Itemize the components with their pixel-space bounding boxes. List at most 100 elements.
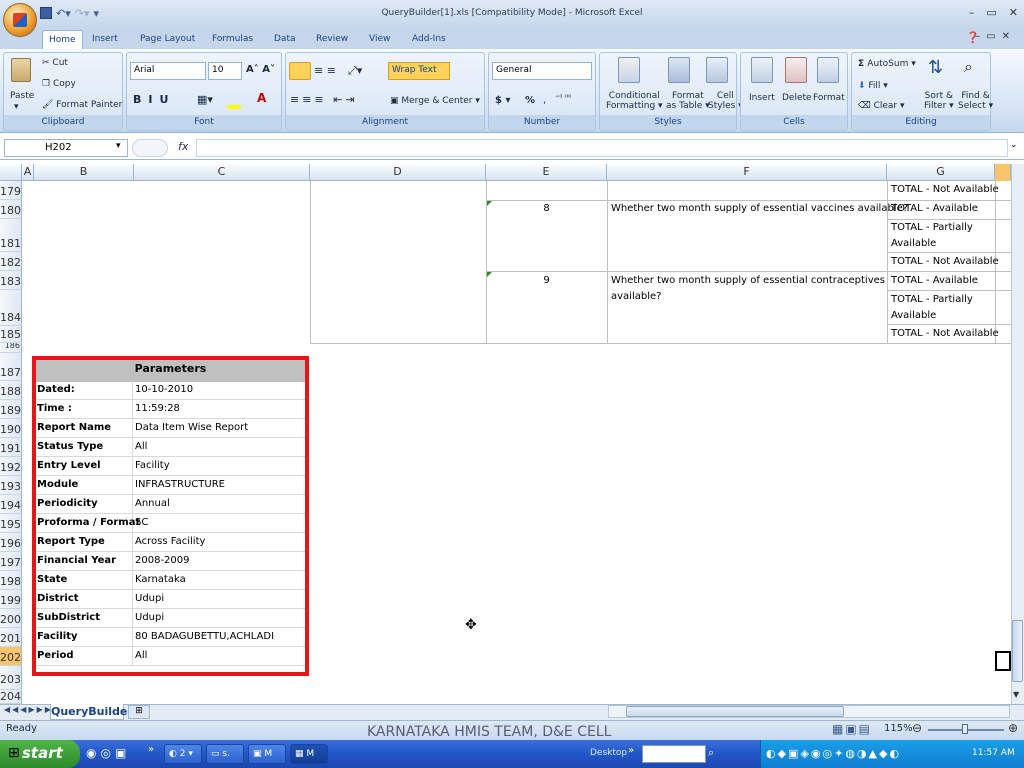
column-header-d[interactable]: D: [310, 164, 486, 181]
row-header-193[interactable]: 193: [0, 476, 22, 495]
row-header-182[interactable]: 182: [0, 252, 22, 271]
param-value[interactable]: Across Facility: [133, 533, 305, 552]
fill-button[interactable]: ⬇ Fill ▾: [858, 81, 888, 91]
cell-f180[interactable]: Whether two month supply of essential va…: [608, 202, 911, 215]
conditional-formatting-button[interactable]: Conditional Formatting ▾: [606, 91, 663, 111]
column-header-c[interactable]: C: [134, 164, 310, 181]
fill-color-icon[interactable]: [227, 105, 241, 109]
column-header-h[interactable]: [995, 164, 1011, 181]
cell-styles-button[interactable]: Cell Styles ▾: [708, 91, 743, 111]
taskbar-item-folder[interactable]: ▭ s.: [206, 744, 244, 764]
param-value[interactable]: 11:59:28: [133, 400, 305, 419]
scroll-down-icon[interactable]: ▼: [1013, 690, 1019, 699]
cell-g184-line1[interactable]: TOTAL - Partially: [888, 293, 976, 306]
font-name-select[interactable]: Arial: [130, 62, 206, 80]
row-header-181[interactable]: 181: [0, 219, 22, 252]
row-header-195[interactable]: 195: [0, 514, 22, 533]
cell-e180[interactable]: 8: [487, 202, 606, 215]
row-header-197[interactable]: 197: [0, 552, 22, 571]
row-header-184[interactable]: 184: [0, 290, 22, 326]
row-header-204[interactable]: 204: [0, 690, 22, 704]
name-box-dropdown-icon[interactable]: ▾: [116, 141, 121, 151]
row-header-196[interactable]: 196: [0, 533, 22, 552]
formula-input[interactable]: [196, 139, 1008, 157]
paste-button[interactable]: Paste: [10, 91, 34, 101]
row-header-186[interactable]: 186: [0, 343, 22, 353]
param-value[interactable]: Annual: [133, 495, 305, 514]
search-icon[interactable]: ⌕: [708, 746, 714, 760]
font-color-icon[interactable]: A: [257, 91, 266, 105]
format-as-table-button[interactable]: Format as Table ▾: [666, 91, 710, 111]
font-size-select[interactable]: 10: [208, 62, 242, 80]
column-header-b[interactable]: B: [34, 164, 134, 181]
tab-add-ins[interactable]: Add-Ins: [406, 30, 452, 50]
param-value[interactable]: 80 BADAGUBETTU,ACHLADI: [133, 628, 305, 647]
desktop-more-icon[interactable]: »: [628, 745, 634, 756]
sheet-nav-arrows-icon[interactable]: ◀◀◀▶▶▶: [4, 705, 53, 714]
insert-sheet-icon[interactable]: ⊞: [128, 705, 150, 719]
merge-center-button[interactable]: ▣ Merge & Center ▾: [390, 96, 480, 106]
cell-g182[interactable]: TOTAL - Not Available: [888, 255, 1002, 268]
wrap-text-button[interactable]: Wrap Text: [388, 62, 450, 80]
row-header-190[interactable]: 190: [0, 419, 22, 438]
tab-formulas[interactable]: Formulas: [206, 30, 259, 50]
cell-g184-line2[interactable]: Available: [888, 309, 939, 322]
tab-view[interactable]: View: [363, 30, 396, 50]
insert-function-icon[interactable]: fx: [178, 140, 188, 153]
param-value[interactable]: SC: [133, 514, 305, 533]
param-value[interactable]: All: [133, 647, 305, 666]
tab-data[interactable]: Data: [268, 30, 302, 50]
cell-f183-line2[interactable]: available?: [608, 290, 664, 303]
taskbar-item-ie[interactable]: ◐ 2 ▾: [164, 744, 202, 764]
copy-button[interactable]: ❐ Copy: [42, 79, 76, 89]
param-value[interactable]: All: [133, 438, 305, 457]
bold-italic-underline[interactable]: BIU: [133, 93, 175, 106]
param-value[interactable]: Udupi: [133, 590, 305, 609]
row-header-192[interactable]: 192: [0, 457, 22, 476]
tab-home[interactable]: Home: [42, 30, 83, 50]
office-button[interactable]: [3, 3, 37, 37]
zoom-slider-handle[interactable]: [962, 724, 968, 734]
cell-e183[interactable]: 9: [487, 274, 606, 287]
vertical-scroll-thumb[interactable]: [1012, 620, 1023, 682]
param-value[interactable]: 2008-2009: [133, 552, 305, 571]
workbook-controls[interactable]: –▭✕: [975, 31, 1016, 42]
row-header-191[interactable]: 191: [0, 438, 22, 457]
zoom-in-icon[interactable]: ⊕: [1008, 721, 1018, 735]
paste-icon[interactable]: [11, 58, 31, 82]
taskbar-item-excel[interactable]: ▦ M: [290, 744, 328, 764]
param-value[interactable]: Karnataka: [133, 571, 305, 590]
number-format-select[interactable]: General: [492, 62, 592, 80]
row-header-201[interactable]: 201: [0, 628, 22, 647]
format-button[interactable]: Format: [813, 93, 845, 103]
minimize-icon[interactable]: –: [969, 6, 975, 19]
row-header-185[interactable]: 185: [0, 326, 22, 343]
decimal-icons[interactable]: ⁺⁰ ⁰⁰: [555, 93, 571, 102]
cell-g181-line2[interactable]: Available: [888, 237, 939, 250]
tab-page-layout[interactable]: Page Layout: [134, 30, 201, 50]
cell-g180[interactable]: TOTAL - Available: [888, 202, 981, 215]
row-header-202[interactable]: 202: [0, 647, 22, 666]
param-value[interactable]: 10-10-2010: [133, 381, 305, 400]
param-value[interactable]: Facility: [133, 457, 305, 476]
expand-formula-icon[interactable]: ⌄: [1010, 140, 1018, 150]
orientation-icon[interactable]: ⤢▾: [348, 64, 362, 78]
tray-icons[interactable]: ◐◆▣◈◉◎✦◍◑▲◆◐: [766, 747, 966, 760]
row-header-194[interactable]: 194: [0, 495, 22, 514]
horizontal-scroll-thumb[interactable]: [626, 706, 844, 717]
select-all-corner[interactable]: [0, 164, 22, 181]
cut-button[interactable]: ✂ Cut: [42, 58, 68, 68]
param-value[interactable]: Data Item Wise Report: [133, 419, 305, 438]
selected-cell-h202[interactable]: [995, 651, 1011, 671]
taskbar-item-powerpoint[interactable]: ▣ M: [248, 744, 286, 764]
quick-launch-more-icon[interactable]: »: [148, 744, 154, 755]
cell-f183-line1[interactable]: Whether two month supply of essential co…: [608, 274, 888, 287]
delete-button[interactable]: Delete: [782, 93, 812, 103]
search-box[interactable]: [642, 745, 706, 763]
column-header-e[interactable]: E: [486, 164, 607, 181]
cell-g185[interactable]: TOTAL - Not Available: [888, 327, 1002, 340]
paste-dropdown-icon[interactable]: ▾: [14, 102, 19, 112]
row-header-200[interactable]: 200: [0, 609, 22, 628]
percent-button[interactable]: %: [525, 95, 535, 106]
column-header-a[interactable]: A: [22, 164, 34, 181]
